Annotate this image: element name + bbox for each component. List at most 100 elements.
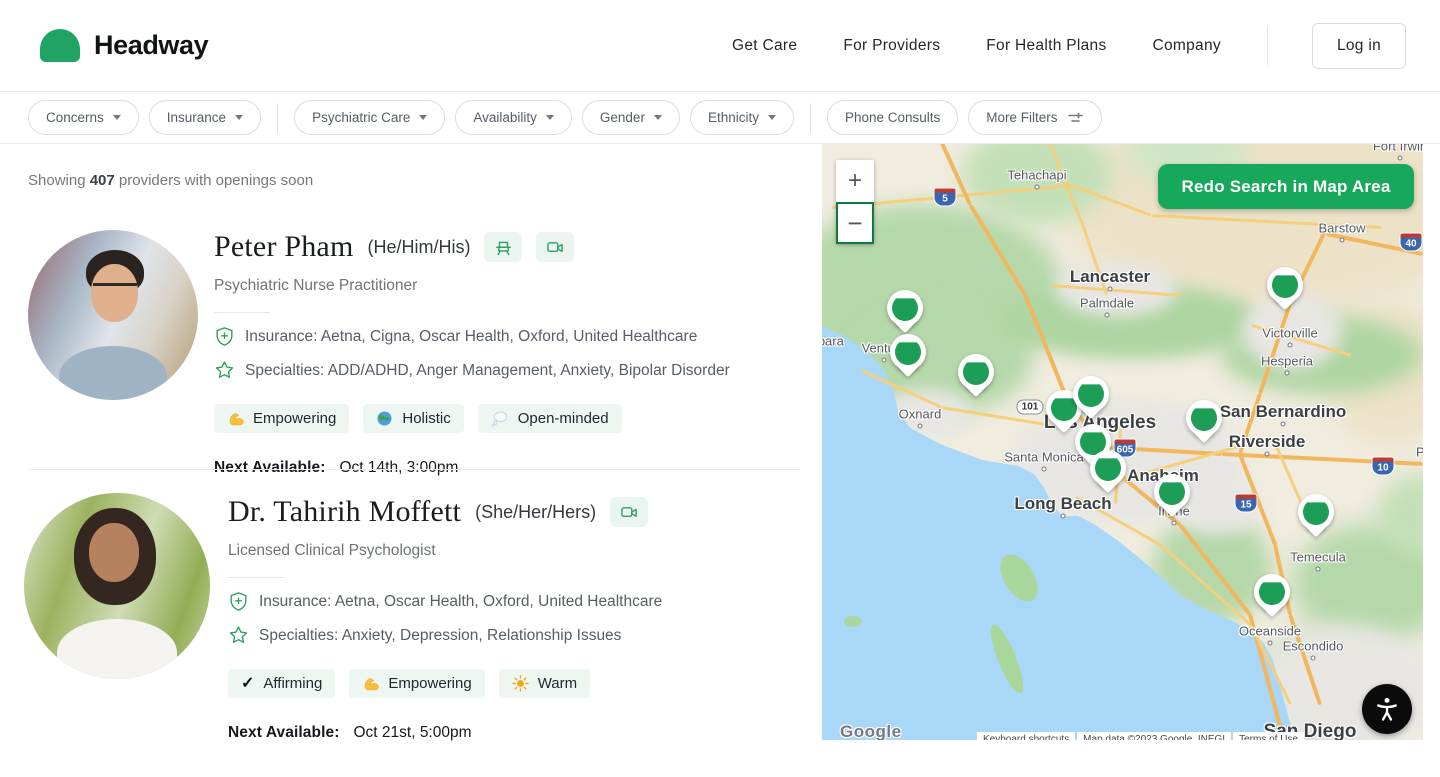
- filter-availability-label: Availability: [473, 110, 537, 125]
- map-city-dot: [1105, 313, 1110, 318]
- map-city-label: Oxnard: [899, 407, 942, 422]
- map-city-dot: [1285, 371, 1290, 376]
- filter-insurance[interactable]: Insurance: [149, 100, 261, 135]
- map-city-label: Hesperia: [1261, 354, 1313, 369]
- redo-search-button[interactable]: Redo Search in Map Area: [1158, 164, 1414, 209]
- map-attribution-item[interactable]: Terms of Use: [1233, 732, 1304, 740]
- thought-bubble-icon: [491, 410, 509, 427]
- map-city-label: Lancaster: [1070, 267, 1150, 287]
- map-city-label: San Bernardino: [1220, 402, 1347, 422]
- next-available-label: Next Available:: [228, 724, 339, 742]
- accessibility-icon: [1373, 695, 1401, 723]
- provider-map-pin[interactable]: [1186, 400, 1222, 436]
- chevron-down-icon: [235, 115, 243, 120]
- provider-map-pin[interactable]: [1298, 494, 1334, 530]
- trait-label: Open-minded: [518, 410, 609, 427]
- insurance-row: Insurance: Aetna, Oscar Health, Oxford, …: [228, 591, 828, 612]
- specialties-row: Specialties: ADD/ADHD, Anger Management,…: [214, 360, 814, 381]
- next-available-label: Next Available:: [214, 459, 325, 477]
- provider-map-pin[interactable]: [958, 354, 994, 390]
- provider-map-pin[interactable]: [1073, 376, 1109, 412]
- specialties-value: Anxiety, Depression, Relationship Issues: [342, 627, 622, 644]
- map-city-label: Palmdale: [1080, 296, 1134, 311]
- traits-row: ✓ Affirming Empowering Warm: [228, 669, 828, 698]
- video-session-chip: [536, 232, 574, 262]
- headway-pin-icon: [1078, 381, 1104, 407]
- provider-name[interactable]: Dr. Tahirih Moffett: [228, 495, 461, 529]
- map-city-label: Tehachapi: [1007, 168, 1066, 183]
- headway-pin-icon: [1159, 479, 1185, 505]
- map-city-dot: [1316, 567, 1321, 572]
- filter-divider: [810, 103, 811, 133]
- map-city-label: Long Beach: [1014, 494, 1111, 514]
- sun-icon: [512, 675, 529, 692]
- nav-item-for-providers[interactable]: For Providers: [843, 37, 940, 55]
- card-separator: [28, 469, 800, 470]
- headway-logo[interactable]: Headway: [40, 29, 208, 62]
- video-session-chip: [610, 497, 648, 527]
- insurance-label: Insurance:: [259, 593, 331, 610]
- specialties-label: Specialties:: [259, 627, 338, 644]
- chevron-down-icon: [419, 115, 427, 120]
- divider: [228, 577, 284, 578]
- in-person-session-chip: [484, 232, 522, 262]
- provider-card-tahirih-moffett[interactable]: Dr. Tahirih Moffett (She/Her/Hers) Licen…: [24, 493, 828, 742]
- next-available-value: Oct 21st, 5:00pm: [353, 724, 471, 742]
- chevron-down-icon: [546, 115, 554, 120]
- accessibility-button[interactable]: [1362, 684, 1412, 734]
- provider-map-pin[interactable]: [887, 290, 923, 326]
- login-button[interactable]: Log in: [1312, 23, 1406, 69]
- map-city-label: Santa Barbara: [822, 334, 844, 349]
- map-city-label: Palm Springs: [1416, 445, 1423, 460]
- headway-pin-icon: [895, 339, 921, 365]
- next-available-row: Next Available: Oct 21st, 5:00pm: [228, 724, 828, 742]
- map-attribution-item[interactable]: Keyboard shortcuts: [977, 732, 1075, 740]
- map-city-dot: [882, 358, 887, 363]
- video-camera-icon: [546, 238, 564, 256]
- provider-name[interactable]: Peter Pham: [214, 230, 353, 264]
- filter-psychiatric-care[interactable]: Psychiatric Care: [294, 100, 445, 135]
- map-city-dot: [1035, 185, 1040, 190]
- provider-title: Licensed Clinical Psychologist: [228, 542, 828, 560]
- next-available-row: Next Available: Oct 14th, 3:00pm: [214, 459, 814, 477]
- zoom-out-button[interactable]: −: [836, 202, 874, 244]
- filter-ethnicity-label: Ethnicity: [708, 110, 759, 125]
- provider-map-pin[interactable]: [1267, 267, 1303, 303]
- filter-availability[interactable]: Availability: [455, 100, 572, 135]
- provider-map-pin[interactable]: [1154, 474, 1190, 510]
- provider-map-pin[interactable]: [1090, 450, 1126, 486]
- trait-chip-empowering: Empowering: [349, 669, 484, 698]
- nav-links: Get Care For Providers For Health Plans …: [732, 37, 1221, 55]
- google-logo[interactable]: Google: [840, 722, 902, 740]
- provider-pronouns: (She/Her/Hers): [475, 502, 596, 523]
- map-city-dot: [1398, 156, 1403, 161]
- shield-plus-icon: [214, 326, 235, 347]
- interstate-shield: 5: [934, 188, 957, 207]
- filter-more-filters[interactable]: More Filters: [968, 100, 1101, 135]
- provider-map-pin[interactable]: [890, 334, 926, 370]
- insurance-row: Insurance: Aetna, Cigna, Oscar Health, O…: [214, 326, 814, 347]
- traits-row: Empowering Holistic Open-minded: [214, 404, 814, 433]
- trait-chip-affirming: ✓ Affirming: [228, 669, 335, 698]
- check-icon: ✓: [241, 676, 254, 692]
- map-city-dot: [1340, 238, 1345, 243]
- nav-item-company[interactable]: Company: [1153, 37, 1221, 55]
- filter-concerns[interactable]: Concerns: [28, 100, 139, 135]
- nav-item-for-health-plans[interactable]: For Health Plans: [986, 37, 1106, 55]
- filter-more-filters-label: More Filters: [986, 110, 1057, 125]
- google-map[interactable]: Fort IrwinTehachapiBarstowLancasterPalmd…: [822, 144, 1423, 740]
- filter-ethnicity[interactable]: Ethnicity: [690, 100, 794, 135]
- filter-phone-consults[interactable]: Phone Consults: [827, 100, 958, 135]
- nav-item-get-care[interactable]: Get Care: [732, 37, 797, 55]
- headway-pin-icon: [1191, 405, 1217, 431]
- trait-label: Warm: [538, 675, 577, 692]
- map-city-dot: [1042, 467, 1047, 472]
- map-attribution-item[interactable]: Map data ©2023 Google, INEGI: [1077, 732, 1231, 740]
- provider-map-pin[interactable]: [1254, 574, 1290, 610]
- filter-gender[interactable]: Gender: [582, 100, 680, 135]
- provider-card-peter-pham[interactable]: Peter Pham (He/Him/His) Psychiatric Nurs…: [28, 230, 814, 477]
- zoom-in-button[interactable]: +: [836, 160, 874, 202]
- headway-pin-icon: [1095, 455, 1121, 481]
- map-city-dot: [1288, 343, 1293, 348]
- results-suffix: providers with openings soon: [115, 172, 313, 189]
